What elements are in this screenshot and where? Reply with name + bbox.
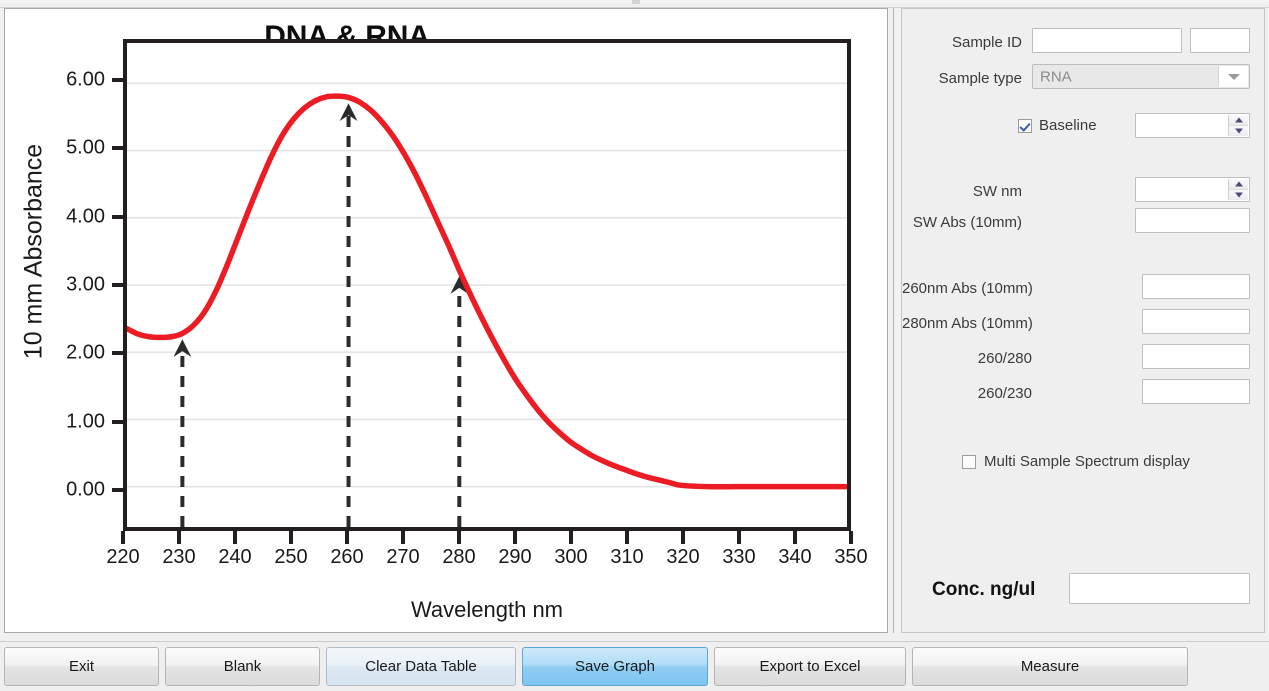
- x-tick-mark: [401, 531, 405, 544]
- sample-info-panel: Sample ID Sample type RNA Baseline SW nm: [901, 8, 1265, 633]
- clear-data-table-button[interactable]: Clear Data Table: [326, 647, 516, 686]
- multi-sample-checkbox[interactable]: [962, 455, 976, 469]
- sample-type-dropdown[interactable]: RNA: [1032, 64, 1250, 89]
- ratio-260-280-label: 260/280: [977, 350, 1032, 367]
- x-tick-label: 310: [610, 546, 644, 568]
- window-resize-nub[interactable]: [632, 0, 640, 4]
- y-tick-label: 1.00: [66, 410, 105, 433]
- x-axis-title: Wavelength nm: [410, 597, 564, 622]
- abs260-label: 260nm Abs (10mm): [902, 280, 1033, 297]
- exit-button[interactable]: Exit: [4, 647, 159, 686]
- sw-abs-label: SW Abs (10mm): [912, 214, 1022, 231]
- x-tick-label: 260: [330, 546, 364, 568]
- x-tick-mark: [233, 531, 237, 544]
- button-label: Export to Excel: [759, 658, 861, 675]
- chevron-down-icon[interactable]: [1218, 66, 1248, 87]
- x-tick-mark: [457, 531, 461, 544]
- abs280-label: 280nm Abs (10mm): [902, 315, 1033, 332]
- x-tick-mark: [569, 531, 573, 544]
- x-tick-mark: [177, 531, 181, 544]
- spinner-up-icon[interactable]: [1229, 115, 1248, 126]
- x-tick-label: 280: [442, 546, 476, 568]
- sample-id-label: Sample ID: [951, 34, 1022, 51]
- spinner-down-icon[interactable]: [1229, 189, 1248, 200]
- x-tick-label: 300: [554, 546, 588, 568]
- x-tick-label: 320: [666, 546, 700, 568]
- button-label: Exit: [68, 658, 94, 675]
- bottom-button-bar: Exit Blank Clear Data Table Save Graph Expor…: [0, 641, 1269, 691]
- x-tick-mark: [849, 531, 853, 544]
- x-tick-mark: [681, 531, 685, 544]
- x-tick-label: 270: [386, 546, 420, 568]
- plot-area[interactable]: [123, 39, 851, 531]
- x-tick-label: 250: [274, 546, 308, 568]
- x-tick-label: 230: [162, 546, 196, 568]
- sample-id-secondary-input[interactable]: [1190, 28, 1250, 53]
- y-tick-label: 6.00: [66, 68, 105, 91]
- spinner-down-icon[interactable]: [1229, 125, 1248, 136]
- sw-abs-input[interactable]: [1135, 208, 1250, 233]
- measure-button[interactable]: Measure: [912, 647, 1188, 686]
- x-tick-mark: [289, 531, 293, 544]
- ratio-260-280-input[interactable]: [1142, 344, 1250, 369]
- sample-id-input[interactable]: [1032, 28, 1182, 53]
- x-tick-mark: [625, 531, 629, 544]
- x-tick-label: 330: [722, 546, 756, 568]
- baseline-input[interactable]: [1135, 113, 1250, 138]
- x-tick-mark: [737, 531, 741, 544]
- x-tick-label: 240: [218, 546, 252, 568]
- save-graph-button[interactable]: Save Graph: [522, 647, 708, 686]
- y-tick-label: 3.00: [66, 273, 105, 296]
- multi-sample-label: Multi Sample Spectrum display: [984, 453, 1190, 470]
- x-tick-label: 220: [106, 546, 140, 568]
- y-tick-label: 5.00: [66, 136, 105, 159]
- button-label: Save Graph: [574, 658, 656, 675]
- export-to-excel-button[interactable]: Export to Excel: [714, 647, 906, 686]
- application-window: 10 mm Absorbance Wavelength nm 0.00 1.00 2…: [0, 0, 1269, 691]
- x-tick-label: 340: [778, 546, 812, 568]
- x-tick-label: 290: [498, 546, 532, 568]
- window-top-strip: [0, 0, 1269, 8]
- concentration-label: Conc. ng/ul: [932, 579, 1036, 600]
- baseline-checkbox[interactable]: [1018, 119, 1032, 133]
- x-tick-mark: [121, 531, 125, 544]
- absorbance-curve: [127, 43, 847, 527]
- baseline-spinner[interactable]: [1228, 115, 1248, 136]
- baseline-label: Baseline: [1039, 117, 1097, 134]
- x-tick-mark: [793, 531, 797, 544]
- x-tick-mark: [513, 531, 517, 544]
- spinner-up-icon[interactable]: [1229, 179, 1248, 190]
- sw-nm-label: SW nm: [972, 183, 1022, 200]
- x-tick-mark: [345, 531, 349, 544]
- blank-button[interactable]: Blank: [165, 647, 320, 686]
- y-tick-label: 4.00: [66, 205, 105, 228]
- y-tick-label: 2.00: [66, 341, 105, 364]
- graph-panel: 10 mm Absorbance Wavelength nm 0.00 1.00 2…: [4, 8, 888, 633]
- sample-type-label: Sample type: [938, 70, 1022, 87]
- abs280-input[interactable]: [1142, 309, 1250, 334]
- button-label: Measure: [1020, 658, 1080, 675]
- concentration-input[interactable]: [1069, 573, 1250, 604]
- ratio-260-230-label: 260/230: [977, 385, 1032, 402]
- button-label: Blank: [223, 658, 262, 675]
- button-label: Clear Data Table: [365, 658, 477, 675]
- sw-nm-input[interactable]: [1135, 177, 1250, 202]
- y-tick-label: 0.00: [66, 478, 105, 501]
- sample-type-value: RNA: [1040, 68, 1072, 85]
- abs260-input[interactable]: [1142, 274, 1250, 299]
- sw-nm-spinner[interactable]: [1228, 179, 1248, 200]
- x-tick-label: 350: [834, 546, 868, 568]
- ratio-260-230-input[interactable]: [1142, 379, 1250, 404]
